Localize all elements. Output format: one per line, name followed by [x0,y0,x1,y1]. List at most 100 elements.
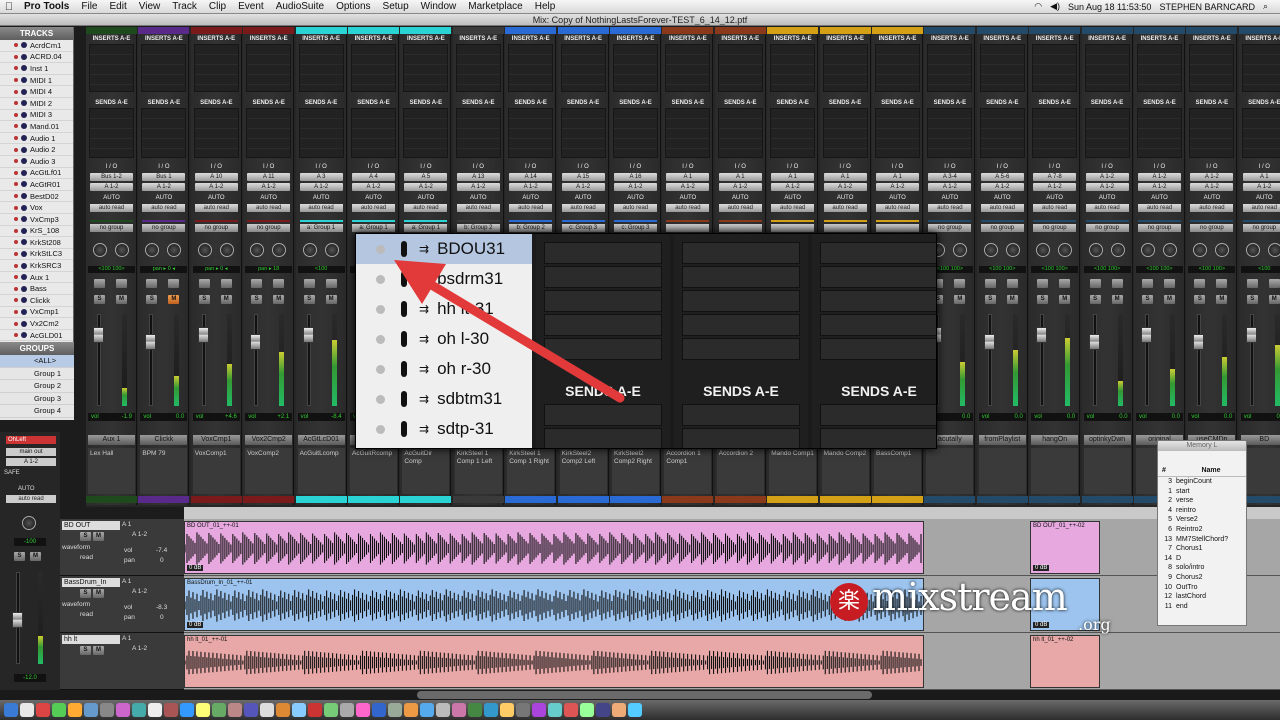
output-selector[interactable]: A 1-2 [928,183,972,191]
insert-slots[interactable] [1241,44,1280,92]
track-visibility-dot-icon[interactable] [14,66,18,71]
track-visibility-dot-icon[interactable] [14,112,18,117]
mute-button[interactable]: M [1164,295,1175,304]
sends-label[interactable]: SENDS A-E [140,100,187,106]
automation-mode-selector[interactable]: auto read [1190,204,1234,212]
visibility-dot-icon[interactable] [376,394,385,404]
zoomed-insert-slot[interactable] [544,242,662,264]
mute-button[interactable]: M [325,295,337,304]
input-selector[interactable]: A 5-6 [980,173,1024,181]
inserts-label[interactable]: INSERTS A-E [402,36,449,42]
zoomed-track-row[interactable]: ⇉ sdbtm31 [356,384,532,414]
track-visibility-dot-icon[interactable] [14,263,18,268]
edit-view-mode[interactable]: waveform [62,601,90,608]
group-selector[interactable]: c: Group 3 [561,224,605,232]
memory-number-header[interactable]: # [1162,467,1180,474]
visibility-dot-icon[interactable] [376,244,385,254]
visibility-dot-icon[interactable] [376,304,385,314]
sends-label[interactable]: SENDS A-E [455,100,502,106]
inserts-label[interactable]: INSERTS A-E [88,36,135,42]
pan-knob-right[interactable] [219,243,234,257]
automation-mode-selector[interactable]: auto read [509,204,553,212]
volume-fader-track[interactable] [1197,314,1202,406]
edit-track-name[interactable]: hh lt [62,635,120,644]
memory-location-row[interactable]: 3 beginCount [1158,477,1246,487]
input-selector[interactable]: A 1-2 [1190,173,1234,181]
memory-location-row[interactable]: 1 start [1158,487,1246,497]
track-list-item[interactable]: Inst 1 [0,63,73,75]
track-visibility-dot-icon[interactable] [14,136,18,141]
send-slots[interactable] [193,108,239,158]
track-visibility-dot-icon[interactable] [14,298,18,303]
automation-mode-selector[interactable]: auto read [299,204,343,212]
output-selector[interactable]: A 1-2 [561,183,605,191]
solo-button[interactable]: S [1194,295,1206,304]
input-monitor-button[interactable] [1059,279,1071,288]
group-selector[interactable]: no group [1190,224,1234,232]
edit-track-name[interactable]: BassDrum_In [62,578,120,587]
dock-app-icon[interactable] [244,703,258,717]
track-list-item[interactable]: Mand.01 [0,121,73,133]
dock-app-icon[interactable] [420,703,434,717]
volume-fader-cap[interactable] [1245,327,1257,343]
dock-app-icon[interactable] [20,703,34,717]
input-selector[interactable]: A 14 [509,173,553,181]
track-visibility-dot-icon[interactable] [14,124,18,129]
sends-label[interactable]: SENDS A-E [402,100,449,106]
pan-knob-right[interactable] [1267,243,1280,257]
track-visibility-dot-icon[interactable] [14,89,18,94]
record-button[interactable] [1142,279,1153,288]
pan-knob-right[interactable] [953,243,968,257]
automation-mode-selector[interactable]: auto read [247,204,291,212]
zoomed-send-slot[interactable] [544,404,662,426]
audio-clip[interactable]: hh lt_01_++-02 [1030,635,1100,688]
insert-slots[interactable] [665,44,711,92]
dock-app-icon[interactable] [180,703,194,717]
inserts-label[interactable]: INSERTS A-E [979,36,1026,42]
send-slots[interactable] [508,108,554,158]
zoomed-track-row[interactable]: ⇉ oh r-30 [356,354,532,384]
group-selector[interactable]: a: Group 1 [404,224,448,232]
automation-mode-selector[interactable]: auto read [771,204,815,212]
input-selector[interactable]: A 1-2 [1138,173,1181,181]
track-list-item[interactable]: VxCmp1 [0,307,73,319]
automation-mode-selector[interactable]: auto read [561,204,605,212]
pan-knob-right[interactable] [167,243,182,257]
automation-mode-selector[interactable]: auto read [1033,204,1077,212]
track-visibility-dot-icon[interactable] [14,205,18,210]
scrollbar-thumb[interactable] [417,691,872,699]
zoomed-insert-slot[interactable] [682,266,800,288]
output-selector[interactable]: A 1-2 [614,183,657,191]
automation-mode-selector[interactable]: auto read [1138,204,1181,212]
track-list-item[interactable]: VxCmp3 [0,214,73,226]
pan-knob-right[interactable] [324,243,339,257]
output-selector[interactable]: A 1-2 [718,183,762,191]
output-selector[interactable]: A 1-2 [142,183,186,191]
solo-button[interactable]: S [1037,295,1049,304]
input-selector[interactable]: A 3-4 [928,173,972,181]
insert-slots[interactable] [822,44,868,92]
volume-fader-cap[interactable] [302,327,314,343]
volume-fader-track[interactable] [254,314,259,406]
inserts-label[interactable]: INSERTS A-E [664,36,711,42]
input-monitor-button[interactable] [1268,279,1280,288]
sends-label[interactable]: SENDS A-E [1084,100,1131,106]
wifi-icon[interactable]: ◠ [1034,1,1042,12]
dock-app-icon[interactable] [52,703,66,717]
send-slots[interactable] [770,108,816,158]
volume-icon[interactable]: ◀) [1050,1,1060,12]
automation-mode-selector[interactable]: auto read [142,204,186,212]
group-selector[interactable]: b: Group 2 [456,224,500,232]
volume-fader-cap[interactable] [983,334,995,350]
track-comments[interactable]: KirkSteel 1 Comp 1 Right [507,448,555,494]
memory-location-row[interactable]: 10 OutTro [1158,583,1246,593]
volume-fader-track[interactable] [149,314,154,406]
mute-button[interactable]: M [1111,295,1123,304]
input-selector[interactable]: A 11 [247,173,291,181]
inserts-label[interactable]: INSERTS A-E [769,36,816,42]
pan-knob-right[interactable] [1110,243,1125,257]
mute-button[interactable]: M [273,295,285,304]
menu-window[interactable]: Window [415,1,463,12]
edit-view-mode[interactable]: waveform [62,544,90,551]
inserts-label[interactable]: INSERTS A-E [298,36,345,42]
